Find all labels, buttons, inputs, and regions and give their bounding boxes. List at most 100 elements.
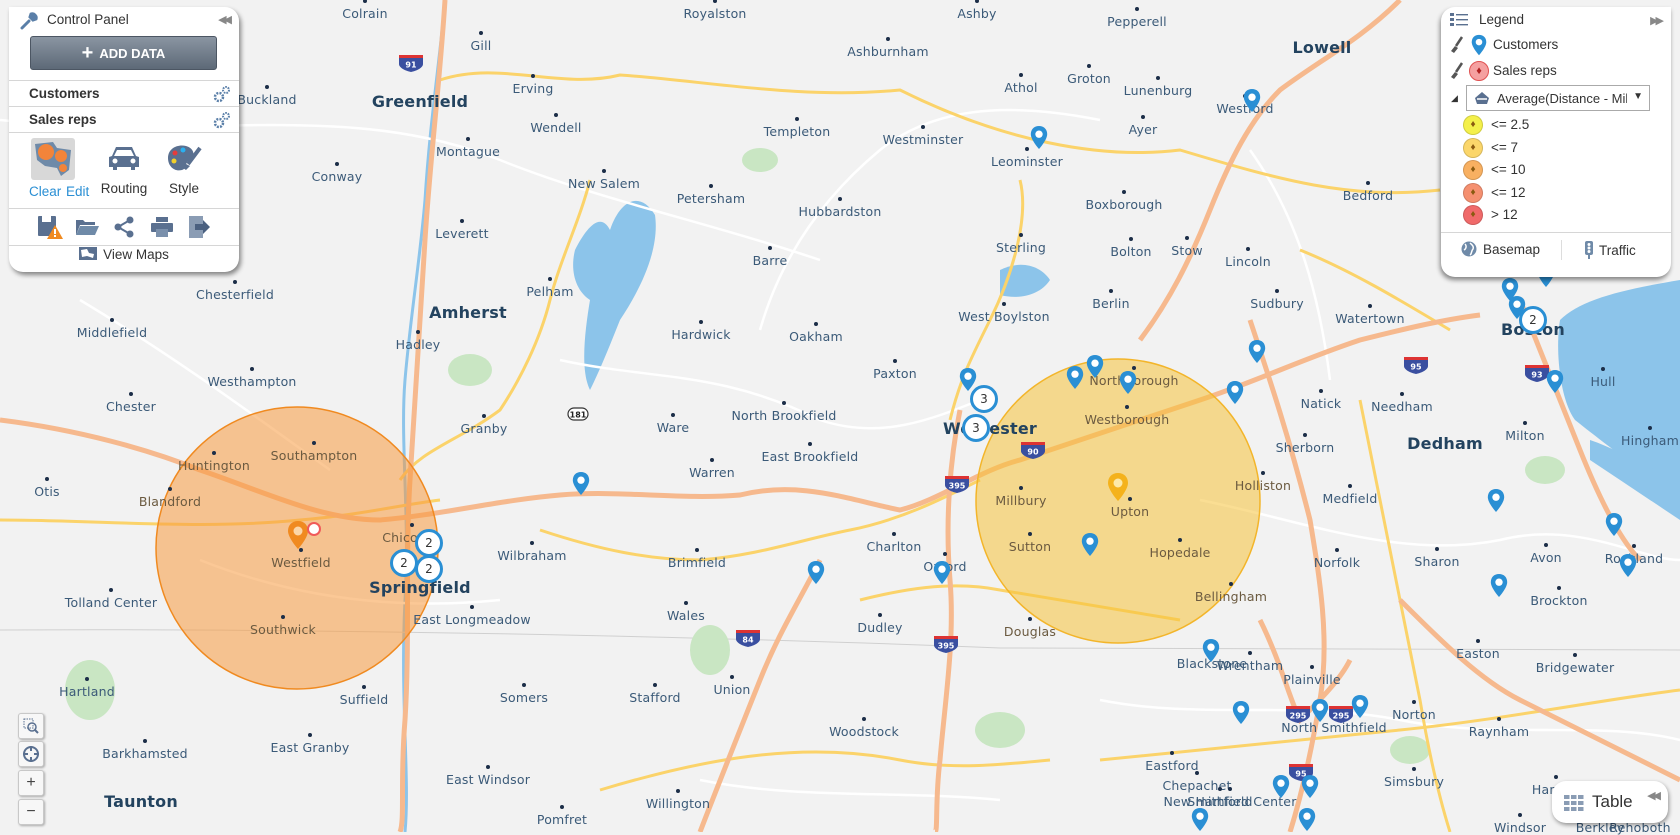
sales-rep-pin-icon: ♦ bbox=[1469, 61, 1489, 81]
layer-row-sales-reps[interactable]: Sales reps bbox=[9, 106, 239, 133]
state-route-shield: 181 bbox=[567, 407, 589, 421]
zoom-in-button[interactable]: + bbox=[18, 770, 44, 796]
export-icon[interactable] bbox=[189, 216, 211, 238]
field-select-value: Average(Distance - Mile bbox=[1497, 91, 1627, 106]
map-canvas[interactable]: Colrain Royalston Ashby Pepperell Lowell Gill… bbox=[0, 0, 1680, 835]
town-dot bbox=[838, 197, 842, 201]
town-label: Hingham bbox=[1621, 433, 1679, 448]
customer-pin[interactable] bbox=[1301, 774, 1319, 799]
town-label: Hardwick bbox=[671, 327, 731, 342]
zoom-out-button[interactable]: − bbox=[18, 799, 44, 825]
town-label: Lunenburg bbox=[1123, 83, 1193, 98]
routing-tool[interactable]: Routing bbox=[89, 142, 159, 196]
customer-pin[interactable] bbox=[1619, 553, 1637, 578]
basemap-button[interactable]: Basemap bbox=[1461, 241, 1540, 257]
town-dot bbox=[1544, 543, 1548, 547]
customer-pin[interactable] bbox=[1119, 370, 1137, 395]
town-label: Eastford bbox=[1145, 758, 1199, 773]
style-brush-icon[interactable] bbox=[1450, 36, 1464, 54]
view-maps-button[interactable]: View Maps bbox=[9, 247, 239, 269]
layer-row-customers[interactable]: Customers bbox=[9, 80, 239, 107]
town-label: Brockton bbox=[1530, 593, 1588, 608]
customer-pin[interactable] bbox=[1081, 532, 1099, 557]
customer-cluster[interactable]: 2 bbox=[390, 549, 418, 577]
style-tool[interactable]: Style bbox=[154, 142, 214, 196]
territory-icon[interactable] bbox=[31, 138, 75, 180]
shield-number: 93 bbox=[1531, 371, 1542, 380]
open-folder-icon[interactable] bbox=[75, 218, 99, 236]
customer-cluster[interactable]: 3 bbox=[970, 385, 998, 413]
sales-rep-pin-upton[interactable] bbox=[1107, 472, 1129, 502]
town-dot bbox=[1019, 233, 1023, 237]
town-label: Brimfield bbox=[667, 555, 727, 570]
town-dot bbox=[168, 487, 172, 491]
expand-triangle-icon[interactable]: ◢ bbox=[1451, 93, 1458, 104]
gears-icon[interactable] bbox=[213, 111, 231, 129]
customer-pin[interactable] bbox=[1605, 512, 1623, 537]
customer-cluster[interactable]: 2 bbox=[1519, 306, 1547, 334]
town-label: Hadley bbox=[395, 337, 441, 352]
town-dot bbox=[1218, 787, 1222, 791]
field-select[interactable]: Average(Distance - Mile ▼ bbox=[1466, 85, 1650, 111]
style-brush-icon[interactable] bbox=[1450, 62, 1464, 80]
locate-button[interactable] bbox=[18, 741, 44, 767]
town-dot bbox=[479, 31, 483, 35]
edit-link[interactable]: Edit bbox=[66, 184, 89, 199]
customer-pin[interactable] bbox=[1030, 125, 1048, 150]
town-label: Taunton bbox=[104, 792, 178, 811]
customer-pin[interactable] bbox=[1298, 807, 1316, 832]
add-data-button[interactable]: + ADD DATA bbox=[30, 36, 217, 70]
customer-pin[interactable] bbox=[1191, 807, 1209, 832]
collapse-panel-icon[interactable]: ◀◀ bbox=[218, 13, 232, 26]
town-dot bbox=[892, 532, 896, 536]
customer-cluster[interactable]: 2 bbox=[415, 555, 443, 583]
customer-pin[interactable] bbox=[1243, 88, 1261, 113]
customer-pin[interactable] bbox=[1311, 698, 1329, 723]
town-label: Montague bbox=[435, 144, 501, 159]
gears-icon[interactable] bbox=[213, 85, 231, 103]
print-icon[interactable] bbox=[151, 217, 173, 237]
town-label: Bellingham bbox=[1194, 589, 1268, 604]
customer-pin[interactable] bbox=[1490, 573, 1508, 598]
clear-link[interactable]: Clear bbox=[29, 184, 61, 199]
customer-pin[interactable] bbox=[1226, 380, 1244, 405]
customer-pin[interactable] bbox=[1248, 339, 1266, 364]
customer-pin[interactable] bbox=[933, 560, 951, 585]
collapse-legend-icon[interactable]: ▶▶ bbox=[1650, 14, 1664, 27]
customer-pin[interactable] bbox=[1066, 365, 1084, 390]
customer-cluster[interactable]: 2 bbox=[415, 529, 443, 557]
customer-pin[interactable] bbox=[1202, 638, 1220, 663]
town-label: Sterling bbox=[995, 240, 1047, 255]
customer-pin[interactable] bbox=[1272, 774, 1290, 799]
traffic-button[interactable]: Traffic bbox=[1585, 241, 1636, 259]
sales-rep-pin-westfield[interactable] bbox=[287, 520, 309, 550]
town-dot bbox=[1246, 247, 1250, 251]
town-dot bbox=[250, 367, 254, 371]
town-dot bbox=[782, 401, 786, 405]
town-dot bbox=[1248, 651, 1252, 655]
town-dot bbox=[1002, 302, 1006, 306]
share-icon[interactable] bbox=[113, 216, 135, 238]
town-label: Dedham bbox=[1407, 434, 1483, 453]
customer-cluster[interactable]: 3 bbox=[962, 414, 990, 442]
customer-pin[interactable] bbox=[1487, 488, 1505, 513]
town-label: Wales bbox=[667, 608, 705, 623]
customer-pin[interactable] bbox=[1351, 694, 1369, 719]
town-label: Willington bbox=[645, 796, 711, 811]
expand-table-icon[interactable]: ◀◀ bbox=[1647, 789, 1661, 802]
town-dot bbox=[699, 320, 703, 324]
minus-icon: − bbox=[26, 803, 36, 820]
zoom-to-selection-button[interactable] bbox=[18, 713, 44, 739]
town-label: Raynham bbox=[1468, 724, 1530, 739]
save-warning-icon[interactable] bbox=[37, 215, 63, 239]
town-label: Warren bbox=[689, 465, 735, 480]
town-dot bbox=[1573, 653, 1577, 657]
table-button[interactable]: Table ◀◀ bbox=[1552, 781, 1668, 823]
customer-pin[interactable] bbox=[1086, 354, 1104, 379]
customer-pin[interactable] bbox=[807, 560, 825, 585]
sales-rep-secondary-marker bbox=[307, 522, 321, 536]
customer-pin[interactable] bbox=[1546, 369, 1564, 394]
customer-pin[interactable] bbox=[1232, 700, 1250, 725]
customer-pin[interactable] bbox=[572, 471, 590, 496]
town-label: Norton bbox=[1392, 707, 1436, 722]
